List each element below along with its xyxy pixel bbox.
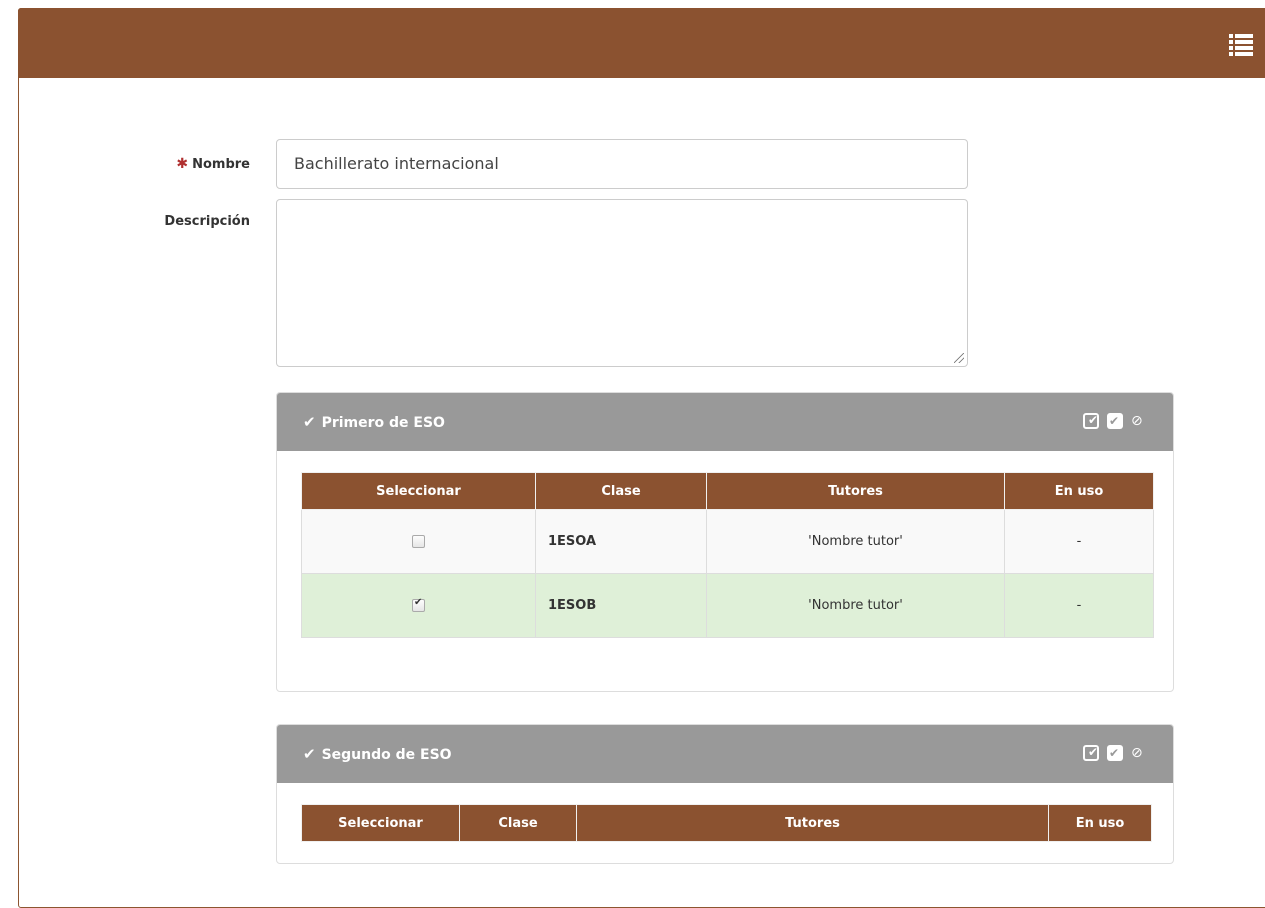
- checkmark-icon: ✔: [303, 745, 316, 763]
- list-icon[interactable]: [1229, 34, 1253, 56]
- panel-title-text: Primero de ESO: [321, 415, 445, 431]
- check-square-outline-icon[interactable]: ✔: [1083, 413, 1099, 429]
- panel-actions: ✔ ✔ ⊘: [1083, 745, 1151, 761]
- nombre-label-text: Nombre: [192, 157, 250, 172]
- en-uso-cell: -: [1004, 509, 1154, 574]
- classes-table: Seleccionar Clase Tutores En uso: [301, 804, 1152, 842]
- panel-title: ✔ Primero de ESO: [303, 393, 445, 452]
- header-en-uso[interactable]: En uso: [1048, 804, 1152, 842]
- select-cell: [301, 509, 536, 574]
- checkmark-icon: ✔: [303, 413, 316, 431]
- tutores-cell: 'Nombre tutor': [706, 573, 1005, 638]
- panel-actions: ✔ ✔ ⊘: [1083, 413, 1151, 429]
- clase-cell: 1ESOB: [535, 573, 707, 638]
- select-cell: [301, 573, 536, 638]
- descripcion-textarea[interactable]: [276, 199, 968, 367]
- top-bar: [18, 8, 1265, 78]
- header-seleccionar[interactable]: Seleccionar: [301, 804, 460, 842]
- required-asterisk-icon: ✱: [176, 156, 189, 172]
- panel-title-text: Segundo de ESO: [321, 747, 452, 763]
- check-square-icon[interactable]: ✔: [1107, 745, 1123, 761]
- header-tutores[interactable]: Tutores: [576, 804, 1049, 842]
- table-row[interactable]: 1ESOB 'Nombre tutor' -: [301, 573, 1154, 638]
- en-uso-cell: -: [1004, 573, 1154, 638]
- eye-slash-icon[interactable]: ⊘: [1131, 413, 1151, 429]
- eye-slash-icon[interactable]: ⊘: [1131, 745, 1151, 761]
- panel-header[interactable]: ✔ Segundo de ESO ✔ ✔ ⊘: [277, 725, 1173, 783]
- descripcion-label: Descripción: [164, 214, 250, 229]
- panel-title: ✔ Segundo de ESO: [303, 725, 452, 784]
- row-checkbox[interactable]: [412, 535, 425, 548]
- nombre-input[interactable]: Bachillerato internacional: [276, 139, 968, 189]
- header-tutores[interactable]: Tutores: [706, 472, 1005, 510]
- nombre-label: ✱ Nombre: [140, 156, 250, 172]
- panel-header[interactable]: ✔ Primero de ESO ✔ ✔ ⊘: [277, 393, 1173, 451]
- resize-handle-icon[interactable]: [954, 353, 964, 363]
- tutores-cell: 'Nombre tutor': [706, 509, 1005, 574]
- check-square-icon[interactable]: ✔: [1107, 413, 1123, 429]
- panel-primero-eso: ✔ Primero de ESO ✔ ✔ ⊘ Seleccionar Clase …: [276, 392, 1174, 692]
- header-clase[interactable]: Clase: [459, 804, 577, 842]
- check-square-outline-icon[interactable]: ✔: [1083, 745, 1099, 761]
- clase-cell: 1ESOA: [535, 509, 707, 574]
- table-row[interactable]: 1ESOA 'Nombre tutor' -: [301, 509, 1154, 574]
- row-checkbox[interactable]: [412, 597, 425, 612]
- header-clase[interactable]: Clase: [535, 472, 707, 510]
- classes-table: Seleccionar Clase Tutores En uso 1ESOA '…: [301, 472, 1154, 638]
- header-seleccionar[interactable]: Seleccionar: [301, 472, 536, 510]
- panel-segundo-eso: ✔ Segundo de ESO ✔ ✔ ⊘ Seleccionar Clase …: [276, 724, 1174, 864]
- header-en-uso[interactable]: En uso: [1004, 472, 1154, 510]
